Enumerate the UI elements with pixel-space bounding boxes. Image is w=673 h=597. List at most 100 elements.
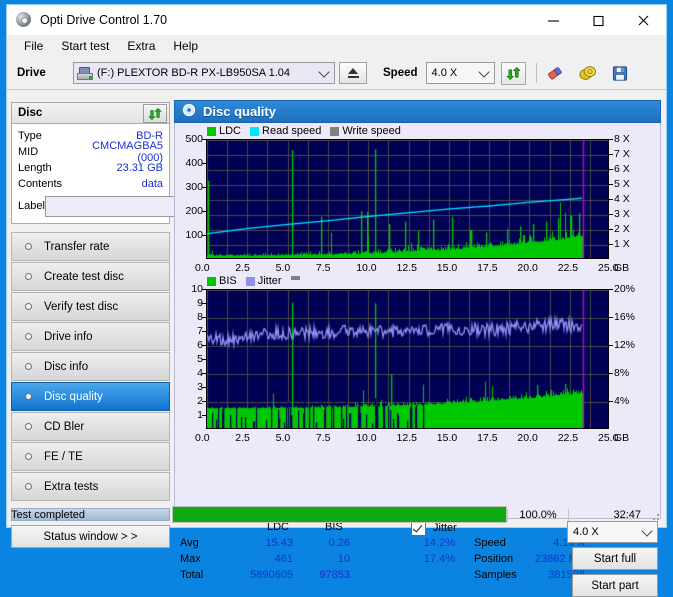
eject-button[interactable]: [339, 62, 367, 84]
x-tick-label: 15.0: [436, 262, 458, 274]
bis-avg-value: 0.26: [328, 537, 350, 549]
x-tick-label: 0.0: [195, 262, 210, 274]
legend-jitter: Jitter: [257, 275, 282, 287]
x-axis-unit: GB: [614, 432, 630, 444]
disc-quality-pane: Disc quality LDC Read speed Write speed …: [174, 100, 661, 597]
gear-icon: [21, 329, 36, 344]
gear-icon: [21, 389, 36, 404]
ldc-max-value: 461: [274, 553, 293, 565]
y2-tick-label: 7 X: [614, 148, 630, 160]
legend-ldc: LDC: [219, 125, 242, 137]
save-icon: [612, 65, 627, 81]
y-tick: [202, 235, 206, 236]
sidebar-item-drive-info[interactable]: Drive info: [11, 322, 170, 351]
toolbar-divider: [535, 63, 537, 83]
disc-info-row: Length 23.31 GB: [18, 160, 163, 176]
menu-file[interactable]: File: [15, 37, 52, 55]
x-axis-unit: GB: [614, 262, 630, 274]
y-tick-label: 200: [185, 205, 203, 217]
sidebar-item-extra-tests[interactable]: Extra tests: [11, 472, 170, 501]
status-window-button[interactable]: Status window > >: [11, 525, 170, 548]
sidebar-item-label: Disc info: [44, 360, 89, 373]
x-tick-label: 20.0: [517, 262, 538, 274]
samples-stat-label: Samples: [474, 569, 517, 581]
y2-tick-label: 5 X: [614, 178, 630, 190]
start-full-button[interactable]: Start full: [572, 547, 658, 570]
speed-select-value: 4.0 X: [431, 67, 458, 79]
y2-tick: [609, 169, 613, 170]
y-tick: [202, 163, 206, 164]
pane-title: Disc quality: [203, 104, 276, 119]
y2-tick-label: 20%: [614, 283, 636, 295]
x-tick-label: 10.0: [356, 262, 377, 274]
bis-jitter-plot: [206, 289, 609, 429]
app-icon: [16, 12, 33, 28]
legend-write-speed: Write speed: [342, 125, 401, 137]
sidebar-item-disc-quality[interactable]: Disc quality: [11, 382, 170, 411]
sidebar-item-disc-info[interactable]: Disc info: [11, 352, 170, 381]
menu-help[interactable]: Help: [164, 37, 207, 55]
y-tick-label: 7: [197, 325, 203, 337]
x-tick-label: 17.5: [477, 262, 498, 274]
eraser-button[interactable]: [543, 62, 569, 84]
disc-info-panel: Type BD-R MID CMCMAGBA5 (000) Length 23.…: [11, 123, 248, 224]
sidebar-item-verify-test-disc[interactable]: Verify test disc: [11, 292, 170, 321]
start-part-button[interactable]: Start part: [572, 574, 658, 597]
maximize-icon[interactable]: [576, 5, 621, 35]
drive-select-value: (F:) PLEXTOR BD-R PX-LB950SA 1.04: [97, 67, 290, 79]
status-text: Test completed: [11, 508, 85, 521]
menu-extra[interactable]: Extra: [118, 37, 164, 55]
chevron-down-icon: [641, 525, 653, 537]
sidebar-item-transfer-rate[interactable]: Transfer rate: [11, 232, 170, 261]
y-tick-label: 400: [185, 157, 203, 169]
sidebar-item-fe-te[interactable]: FE / TE: [11, 442, 170, 471]
coins-button[interactable]: [575, 62, 601, 84]
refresh-button[interactable]: [500, 61, 526, 85]
resize-grip[interactable]: [647, 508, 661, 522]
gear-icon: [21, 419, 36, 434]
sidebar-item-label: Extra tests: [44, 480, 99, 493]
y2-tick: [609, 199, 613, 200]
y-tick: [202, 211, 206, 212]
disc-contents-value: data: [141, 178, 163, 190]
charts-container: LDC Read speed Write speed 100 200 300 400 5…: [174, 123, 661, 597]
gear-icon: [21, 269, 36, 284]
sidebar-item-create-test-disc[interactable]: Create test disc: [11, 262, 170, 291]
test-speed-value: 4.0 X: [573, 526, 599, 538]
close-icon[interactable]: [621, 5, 666, 35]
gear-icon: [21, 359, 36, 374]
disc-info-row: Contents data: [18, 176, 163, 192]
save-button[interactable]: [607, 62, 633, 84]
disc-panel-header: Disc: [11, 102, 170, 123]
x-tick-label: 22.5: [557, 432, 579, 444]
disc-label-label: Label: [18, 200, 45, 212]
bis-total-value: 97853: [319, 569, 350, 581]
speed-select[interactable]: 4.0 X: [425, 62, 495, 84]
sidebar-item-cd-bler[interactable]: CD Bler: [11, 412, 170, 441]
y2-tick: [609, 244, 613, 245]
menu-start-test[interactable]: Start test: [52, 37, 118, 55]
legend-bis: BIS: [219, 275, 237, 287]
x-tick-label: 12.5: [396, 262, 417, 274]
y-tick-label: 2: [197, 395, 203, 407]
x-tick-label: 22.5: [557, 262, 579, 274]
y-tick-label: 1: [197, 409, 203, 421]
y2-tick: [609, 154, 613, 155]
y2-tick: [609, 229, 613, 230]
y-tick: [202, 415, 206, 416]
sidebar-item-label: FE / TE: [44, 450, 83, 463]
drive-select[interactable]: (F:) PLEXTOR BD-R PX-LB950SA 1.04: [73, 62, 335, 84]
minimize-icon[interactable]: [531, 5, 576, 35]
gear-icon: [21, 239, 36, 254]
sidebar-item-label: Drive info: [44, 330, 93, 343]
y-tick-label: 5: [197, 353, 203, 365]
y-tick: [202, 345, 206, 346]
progress-percent: 100.0%: [507, 508, 568, 521]
y-tick: [202, 401, 206, 402]
main-content: Disc Type BD-R MID CMCMAGBA5 (000) Lengt…: [7, 90, 666, 597]
ldc-avg-value: 15.43: [265, 537, 293, 549]
y2-tick-label: 1 X: [614, 238, 630, 250]
stats-row-max: Max: [180, 553, 201, 565]
test-speed-select[interactable]: 4.0 X: [567, 521, 658, 543]
disc-refresh-button[interactable]: [143, 104, 167, 123]
